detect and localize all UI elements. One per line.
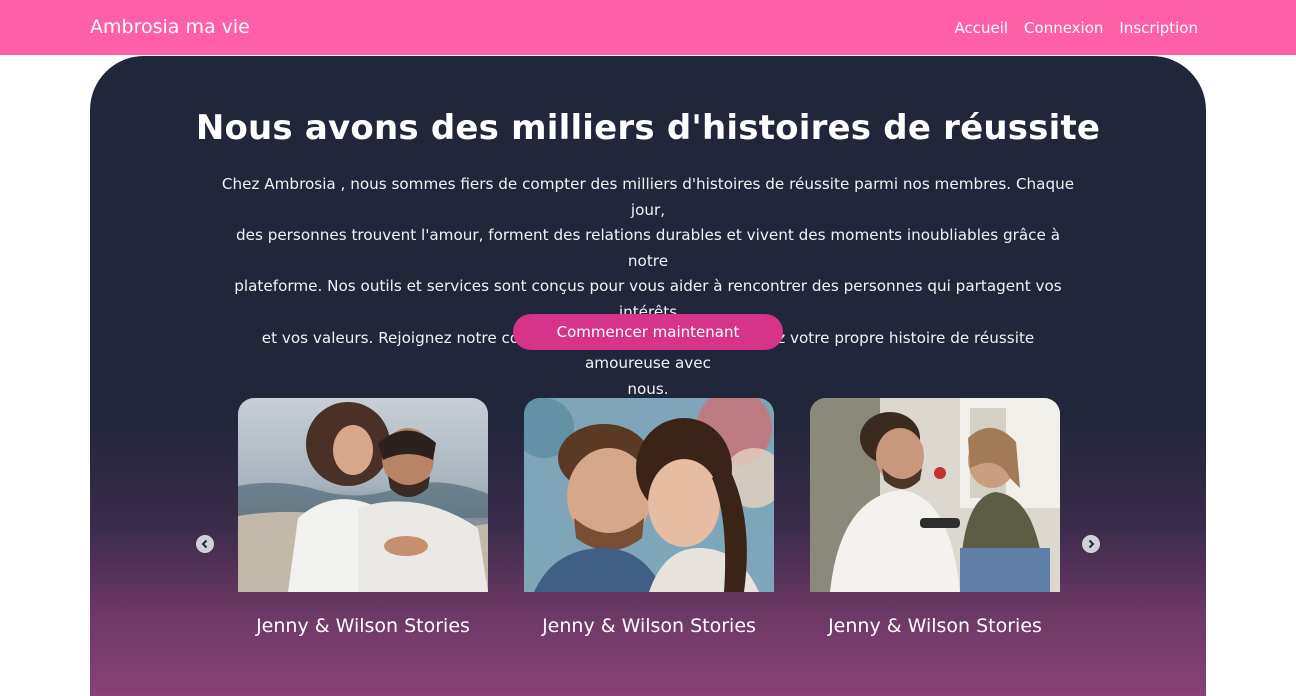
- nav-link-accueil[interactable]: Accueil: [954, 19, 1008, 37]
- story-card[interactable]: Jenny & Wilson Stories: [238, 398, 488, 637]
- hero-text-line: nous.: [627, 379, 669, 398]
- nav-link-connexion[interactable]: Connexion: [1024, 19, 1103, 37]
- chevron-right-icon[interactable]: [1082, 535, 1100, 553]
- brand-logo-link[interactable]: Ambrosia ma vie: [90, 0, 250, 55]
- story-caption: Jenny & Wilson Stories: [828, 615, 1042, 637]
- couple-photo: [810, 398, 1060, 592]
- story-caption: Jenny & Wilson Stories: [256, 615, 470, 637]
- story-card[interactable]: Jenny & Wilson Stories: [524, 398, 774, 637]
- story-card[interactable]: Jenny & Wilson Stories: [810, 398, 1060, 637]
- success-stories-hero: Nous avons des milliers d'histoires de r…: [90, 56, 1206, 696]
- hero-description: Chez Ambrosia , nous sommes fiers de com…: [218, 172, 1078, 402]
- story-caption: Jenny & Wilson Stories: [542, 615, 756, 637]
- hero-text-line: des personnes trouvent l'amour, forment …: [235, 226, 1061, 270]
- couple-photo: [238, 398, 488, 592]
- hero-text-line: Chez Ambrosia , nous sommes fiers de com…: [221, 175, 1075, 219]
- chevron-left-icon[interactable]: [196, 535, 214, 553]
- nav-links: Accueil Connexion Inscription: [954, 0, 1198, 55]
- top-navbar: Ambrosia ma vie Accueil Connexion Inscri…: [0, 0, 1296, 55]
- hero-title: Nous avons des milliers d'histoires de r…: [195, 108, 1101, 148]
- couple-photo: [524, 398, 774, 592]
- nav-link-inscription[interactable]: Inscription: [1119, 19, 1198, 37]
- start-now-button[interactable]: Commencer maintenant: [513, 314, 783, 350]
